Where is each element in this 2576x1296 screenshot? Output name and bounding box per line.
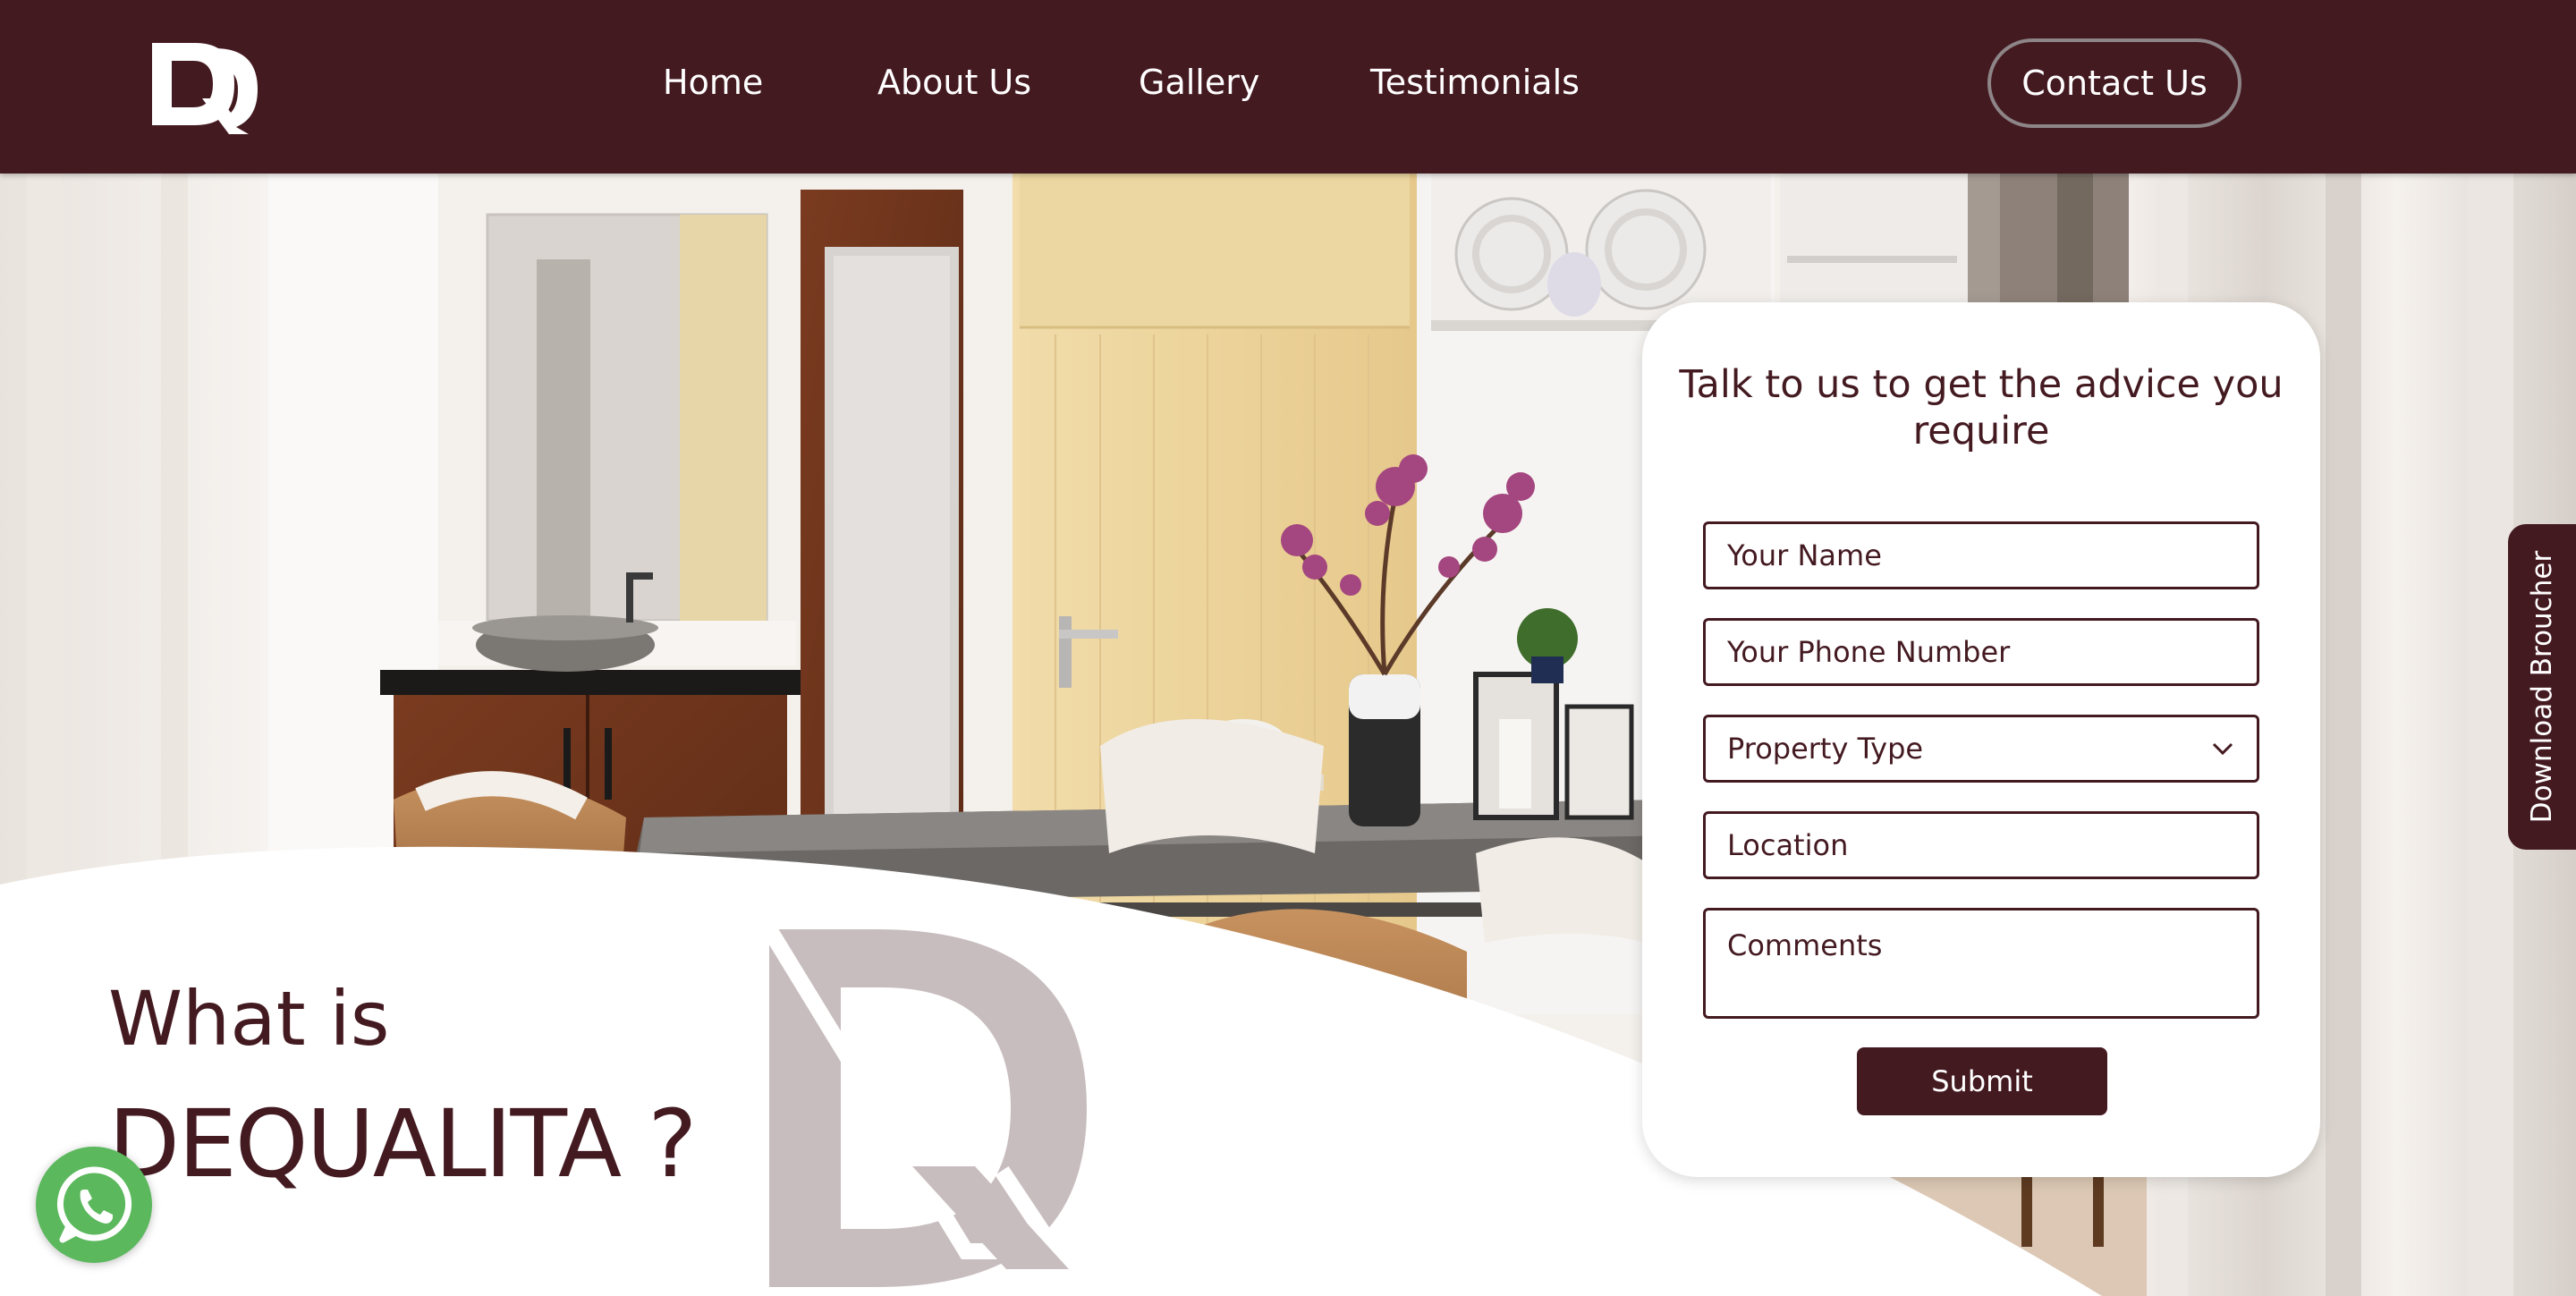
phone-input[interactable]: [1703, 618, 2259, 686]
brand-logo[interactable]: [148, 36, 261, 134]
intro-heading-line1: What is: [108, 975, 390, 1063]
nav-home[interactable]: Home: [663, 63, 763, 102]
location-input[interactable]: [1703, 811, 2259, 879]
download-brochure-tab[interactable]: Download Broucher: [2508, 524, 2576, 850]
form-title: Talk to us to get the advice you require: [1679, 362, 2284, 453]
chevron-down-icon: [2212, 742, 2233, 756]
name-input[interactable]: [1703, 521, 2259, 589]
property-type-select[interactable]: Property Type: [1703, 715, 2259, 783]
whatsapp-icon: [57, 1166, 132, 1243]
dq-logo-icon: [152, 43, 258, 134]
intro-heading-line2: DEQUALITA ?: [108, 1089, 697, 1199]
nav-gallery[interactable]: Gallery: [1139, 63, 1259, 102]
nav-about-us[interactable]: About Us: [877, 63, 1031, 102]
download-brochure-label: Download Broucher: [2526, 550, 2558, 824]
nav-testimonials[interactable]: Testimonials: [1370, 63, 1580, 102]
whatsapp-button[interactable]: [36, 1147, 152, 1263]
contact-us-button[interactable]: Contact Us: [1987, 38, 2241, 128]
submit-button[interactable]: Submit: [1857, 1047, 2107, 1115]
site-header: Home About Us Gallery Testimonials Conta…: [0, 0, 2576, 174]
comments-textarea[interactable]: [1703, 908, 2259, 1019]
enquiry-form-card: Talk to us to get the advice you require…: [1642, 302, 2320, 1177]
property-type-value: Property Type: [1727, 732, 1924, 766]
